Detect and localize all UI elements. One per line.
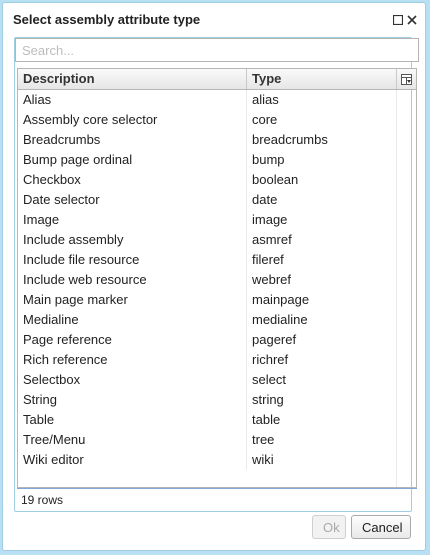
cell-type: breadcrumbs [247,130,397,150]
cell-type: date [247,190,397,210]
table-row[interactable]: Include file resource fileref [18,250,416,270]
column-menu-icon[interactable] [397,69,416,89]
cell-description: Assembly core selector [18,110,247,130]
select-attribute-type-dialog: Select assembly attribute type Descripti… [2,2,426,551]
grid-rows: Alias alias Assembly core selector core Brea… [18,90,416,470]
column-header-description[interactable]: Description [18,69,247,89]
cell-description: Breadcrumbs [18,130,247,150]
maximize-icon[interactable] [391,13,405,27]
cell-description: Tree/Menu [18,430,247,450]
table-row[interactable]: Tree/Menu tree [18,430,416,450]
column-header-type[interactable]: Type [247,69,397,89]
dialog-content: Description Type AliasaliasAssembly core… [14,37,419,512]
cell-description: Include assembly [18,230,247,250]
table-row[interactable]: Alias alias [18,90,416,110]
table-row[interactable]: Bump page ordinal bump [18,150,416,170]
cell-type: wiki [247,450,397,470]
grid-column-divider [396,90,397,487]
cell-type: table [247,410,397,430]
cell-description: Include file resource [18,250,247,270]
cell-description: Main page marker [18,290,247,310]
table-row[interactable]: Include web resource webref [18,270,416,290]
table-row[interactable]: Wiki editor wiki [18,450,416,470]
table-row[interactable]: Assembly core selector core [18,110,416,130]
table-row[interactable]: Include assembly asmref [18,230,416,250]
table-row[interactable]: Checkbox boolean [18,170,416,190]
cell-type: richref [247,350,397,370]
cell-type: mainpage [247,290,397,310]
ok-button[interactable]: Ok [312,515,346,539]
cell-type: tree [247,430,397,450]
row-count: 19 rows [21,493,64,507]
table-row[interactable]: Rich reference richref [18,350,416,370]
cell-description: Alias [18,90,247,110]
cell-description: Rich reference [18,350,247,370]
cell-description: Wiki editor [18,450,247,470]
cell-type: image [247,210,397,230]
attribute-type-grid: Description Type Alias alias Assembly core… [17,68,417,488]
table-row[interactable]: Breadcrumbs breadcrumbs [18,130,416,150]
cell-type: medialine [247,310,397,330]
table-row[interactable]: Date selector date [18,190,416,210]
cell-type: string [247,390,397,410]
cell-type: select [247,370,397,390]
cell-description: Include web resource [18,270,247,290]
grid-header: Description Type [18,69,416,90]
cell-description: Checkbox [18,170,247,190]
table-row[interactable]: Image image [18,210,416,230]
cell-type: fileref [247,250,397,270]
table-row[interactable]: Medialine medialine [18,310,416,330]
cell-type: boolean [247,170,397,190]
cell-type: core [247,110,397,130]
cell-type: bump [247,150,397,170]
cell-description: Bump page ordinal [18,150,247,170]
cell-description: Medialine [18,310,247,330]
cancel-button[interactable]: Cancel [351,515,411,539]
dialog-titlebar[interactable]: Select assembly attribute type [3,3,425,37]
cell-type: asmref [247,230,397,250]
cell-type: alias [247,90,397,110]
cell-type: pageref [247,330,397,350]
table-row[interactable]: Main page marker mainpage [18,290,416,310]
grid-footer-divider [17,488,417,489]
table-row[interactable]: Selectbox select [18,370,416,390]
close-icon[interactable] [405,13,419,27]
cell-description: String [18,390,247,410]
cell-type: webref [247,270,397,290]
search-input[interactable] [15,38,419,62]
cell-description: Date selector [18,190,247,210]
cell-description: Selectbox [18,370,247,390]
cell-description: Page reference [18,330,247,350]
cell-description: Image [18,210,247,230]
dialog-title: Select assembly attribute type [13,12,201,27]
table-row[interactable]: Page reference pageref [18,330,416,350]
cell-description: Table [18,410,247,430]
table-row[interactable]: String string [18,390,416,410]
table-row[interactable]: Table table [18,410,416,430]
